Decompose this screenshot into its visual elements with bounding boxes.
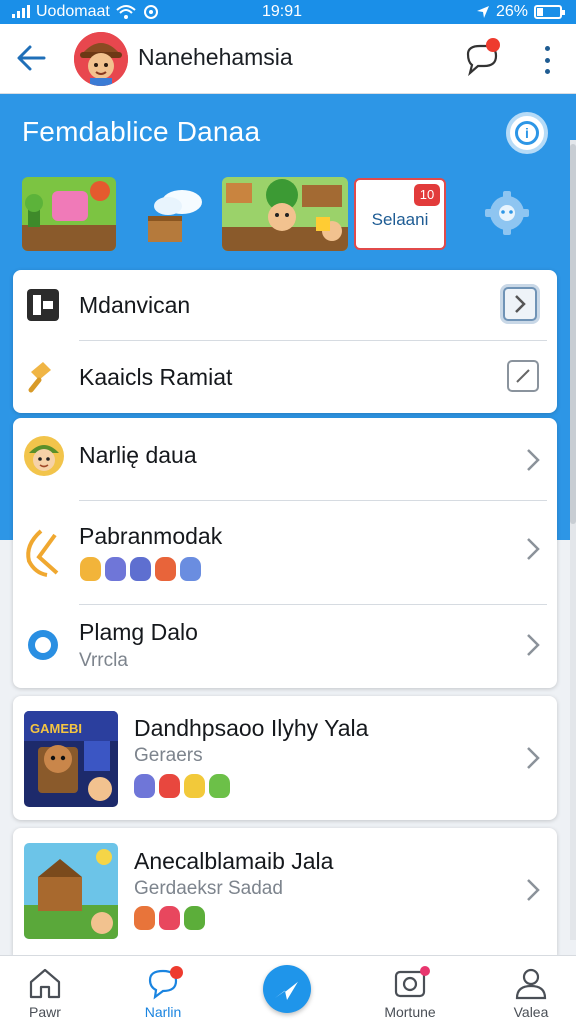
more-options-icon[interactable] [536, 43, 558, 77]
game-thumbnail-1[interactable] [22, 177, 116, 251]
chevron-right-icon [527, 747, 540, 769]
chevron-right-icon [527, 538, 540, 560]
character-avatar [184, 774, 205, 798]
nav-label: Pawr [29, 1004, 61, 1020]
circle-ring-icon [28, 630, 58, 660]
profile-icon [515, 968, 547, 1000]
menu-item-label: Mdanvican [79, 292, 191, 318]
battery-percent: 26% [495, 3, 528, 20]
list-card: Narlię daua Pabranmodak Plamg Dalo Vrrcl… [13, 418, 557, 688]
nav-label: Mortune [384, 1004, 436, 1020]
character-avatar [159, 774, 180, 798]
notification-dot [420, 966, 430, 976]
page-title: Nanehehamsia [138, 44, 293, 70]
gear-icon[interactable] [484, 190, 530, 236]
plane-icon [275, 979, 300, 1000]
hammer-icon [28, 362, 51, 393]
notification-dot [486, 38, 500, 52]
menu-item[interactable]: Kaaicls Ramiat [13, 341, 557, 413]
game-subtitle: Gerdaeksr Sadad [134, 878, 283, 899]
game-card[interactable]: GAMEBI Dandhpsaoo Ilyhy Yala Geraers [13, 696, 557, 820]
puzzle-icon [27, 289, 59, 321]
avatar-group [134, 906, 205, 930]
game-cover-title: GAMEBI [30, 721, 82, 736]
count-badge: 10 [414, 184, 440, 206]
select-card-label: Selaani [371, 210, 429, 229]
game-subtitle: Geraers [134, 745, 203, 766]
list-item[interactable]: Narlię daua [13, 418, 557, 500]
avatar-group [134, 774, 230, 798]
character-avatar [209, 774, 230, 798]
chevron-right-icon [527, 634, 540, 656]
list-item[interactable]: Pabranmodak [13, 501, 557, 603]
game-title: Anecalblamaib Jala [134, 848, 334, 874]
menu-card: Mdanvican Kaaicls Ramiat [13, 270, 557, 413]
avatar[interactable] [74, 32, 128, 86]
game-thumbnail-2[interactable] [222, 177, 348, 251]
status-bar: Uodomaat 19:91 26% [0, 0, 576, 24]
list-item-subtitle: Vrrcla [79, 650, 128, 671]
character-avatar [80, 557, 101, 581]
character-avatar [130, 557, 151, 581]
signal-icon [12, 5, 30, 18]
open-button[interactable] [503, 287, 537, 321]
game-card[interactable]: Anecalblamaib Jala Gerdaeksr Sadad [13, 828, 557, 956]
app-bar: Nanehehamsia [0, 24, 576, 94]
chevron-right-icon [527, 449, 540, 471]
wifi-icon [116, 5, 136, 19]
character-avatar [134, 906, 155, 930]
game-title: Dandhpsaoo Ilyhy Yala [134, 715, 369, 741]
character-avatar [180, 557, 201, 581]
nav-label: Valea [513, 1004, 549, 1020]
menu-item[interactable]: Mdanvican [13, 270, 557, 340]
fab-plane-button[interactable] [263, 965, 311, 1013]
clock: 19:91 [262, 3, 303, 20]
leaf-logo-icon [26, 529, 59, 577]
game-cover-image: GAMEBI [24, 711, 118, 807]
nav-item-profile[interactable]: Valea [486, 956, 576, 1024]
carrier-name: Uodomaat [36, 3, 110, 20]
nav-item-home[interactable]: Pawr [0, 956, 90, 1024]
battery-icon [534, 5, 565, 19]
home-icon [29, 968, 61, 999]
banner-title: Femdablice Danaa [22, 116, 261, 147]
character-face-icon [24, 436, 64, 476]
list-item[interactable]: Plamg Dalo Vrrcla [13, 605, 557, 688]
select-card[interactable]: 10 Selaani [354, 178, 446, 250]
hotspot-icon [143, 5, 158, 19]
scrollbar-thumb[interactable] [570, 144, 576, 524]
info-button[interactable]: i [506, 112, 548, 154]
menu-item-label: Kaaicls Ramiat [79, 364, 233, 390]
chevron-right-icon [515, 295, 526, 313]
character-avatar [105, 557, 126, 581]
nav-label: Narlin [144, 1004, 182, 1020]
edit-button[interactable] [507, 360, 539, 392]
nav-item-notifications[interactable]: Narlin [118, 956, 208, 1024]
character-avatar [134, 774, 155, 798]
avatar-group [80, 557, 201, 581]
battery-fill [537, 8, 543, 16]
game-cover-image [24, 843, 118, 939]
info-icon: i [515, 121, 539, 145]
edit-pencil-icon [516, 369, 530, 383]
chat-button[interactable] [462, 38, 502, 78]
character-avatar [159, 906, 180, 930]
nav-item-camera[interactable]: Mortune [365, 956, 455, 1024]
character-avatar [184, 906, 205, 930]
list-item-title: Plamg Dalo [79, 619, 198, 645]
character-avatar [155, 557, 176, 581]
notification-dot [170, 966, 183, 979]
back-arrow-icon[interactable] [14, 41, 48, 75]
list-item-title: Narlię daua [79, 442, 197, 468]
chevron-right-icon [527, 879, 540, 901]
location-icon [476, 6, 489, 18]
list-item-title: Pabranmodak [79, 523, 223, 549]
cloud-crate-thumbnail[interactable] [140, 182, 210, 246]
